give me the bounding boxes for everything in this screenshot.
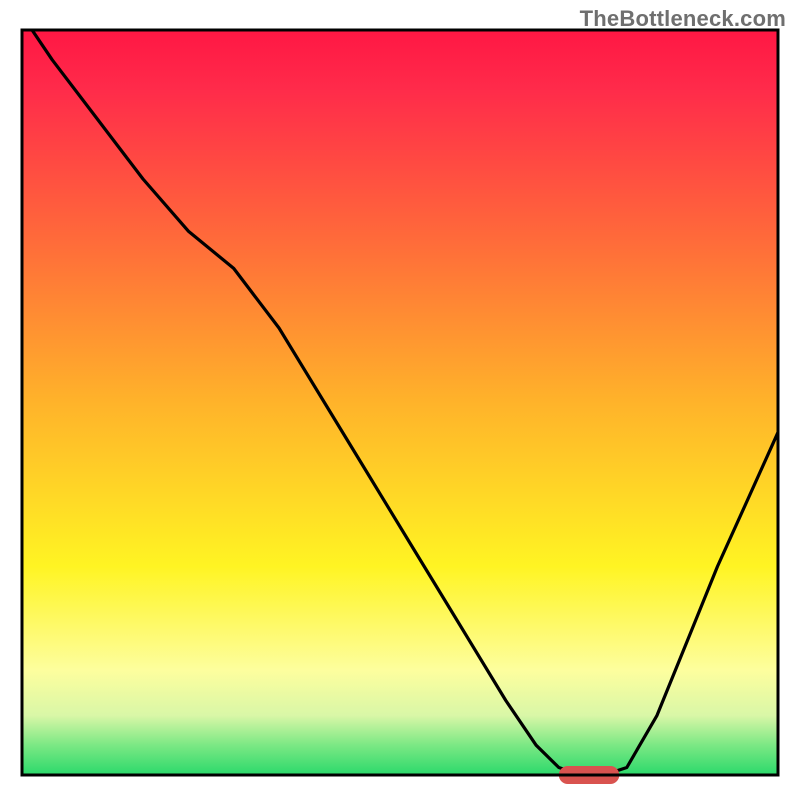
plot-area	[22, 15, 778, 784]
watermark-text: TheBottleneck.com	[580, 6, 786, 32]
bottleneck-chart: TheBottleneck.com	[0, 0, 800, 800]
gradient-background	[22, 30, 778, 775]
plot-svg	[0, 0, 800, 800]
